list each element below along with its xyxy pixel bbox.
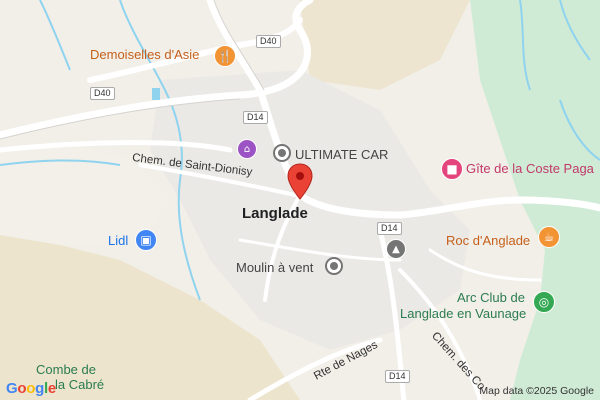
town-label: Langlade xyxy=(242,205,308,222)
poi-label-combe-line2: la Cabré xyxy=(55,377,105,392)
road-shield: D14 xyxy=(385,370,410,383)
google-logo: Google xyxy=(6,380,56,397)
poi-label-ultimate-car[interactable]: ULTIMATE CAR xyxy=(295,147,388,162)
school-icon[interactable]: ▲ xyxy=(386,239,406,259)
road-shield: D40 xyxy=(90,87,115,100)
poi-label-lidl[interactable]: Lidl xyxy=(108,233,128,248)
poi-label-arc-club-line2[interactable]: Langlade en Vaunage xyxy=(400,306,526,321)
poi-label-arc-club-line1[interactable]: Arc Club de xyxy=(457,290,525,305)
shopping-cart-icon[interactable]: ▣ xyxy=(135,229,157,251)
fork-knife-icon[interactable]: 🍴 xyxy=(214,45,236,67)
poi-label-gite[interactable]: Gîte de la Coste Paga xyxy=(466,161,594,176)
poi-label-combe-line1: Combe de xyxy=(36,362,96,377)
road-shield: D14 xyxy=(377,222,402,235)
circle-dot-icon[interactable] xyxy=(325,257,343,275)
map-attribution[interactable]: Map data ©2025 Google xyxy=(479,385,594,397)
map-view[interactable]: D40 D40 D14 D14 D14 Demoiselles d'Asie 🍴… xyxy=(0,0,600,400)
location-pin-icon[interactable] xyxy=(286,163,314,201)
poi-label-moulin-a-vent[interactable]: Moulin à vent xyxy=(236,260,313,275)
circle-dot-icon[interactable] xyxy=(273,144,291,162)
cocktail-icon[interactable]: ☕ xyxy=(538,226,560,248)
poi-label-roc-d-anglade[interactable]: Roc d'Anglade xyxy=(446,233,530,248)
bed-icon[interactable]: ■ xyxy=(441,158,463,180)
road-shield: D40 xyxy=(256,35,281,48)
road-shield: D14 xyxy=(243,111,268,124)
target-icon[interactable]: ◎ xyxy=(533,291,555,313)
poi-label-demoiselles-d-asie[interactable]: Demoiselles d'Asie xyxy=(90,47,199,62)
place-of-worship-icon[interactable]: ⌂ xyxy=(237,139,257,159)
